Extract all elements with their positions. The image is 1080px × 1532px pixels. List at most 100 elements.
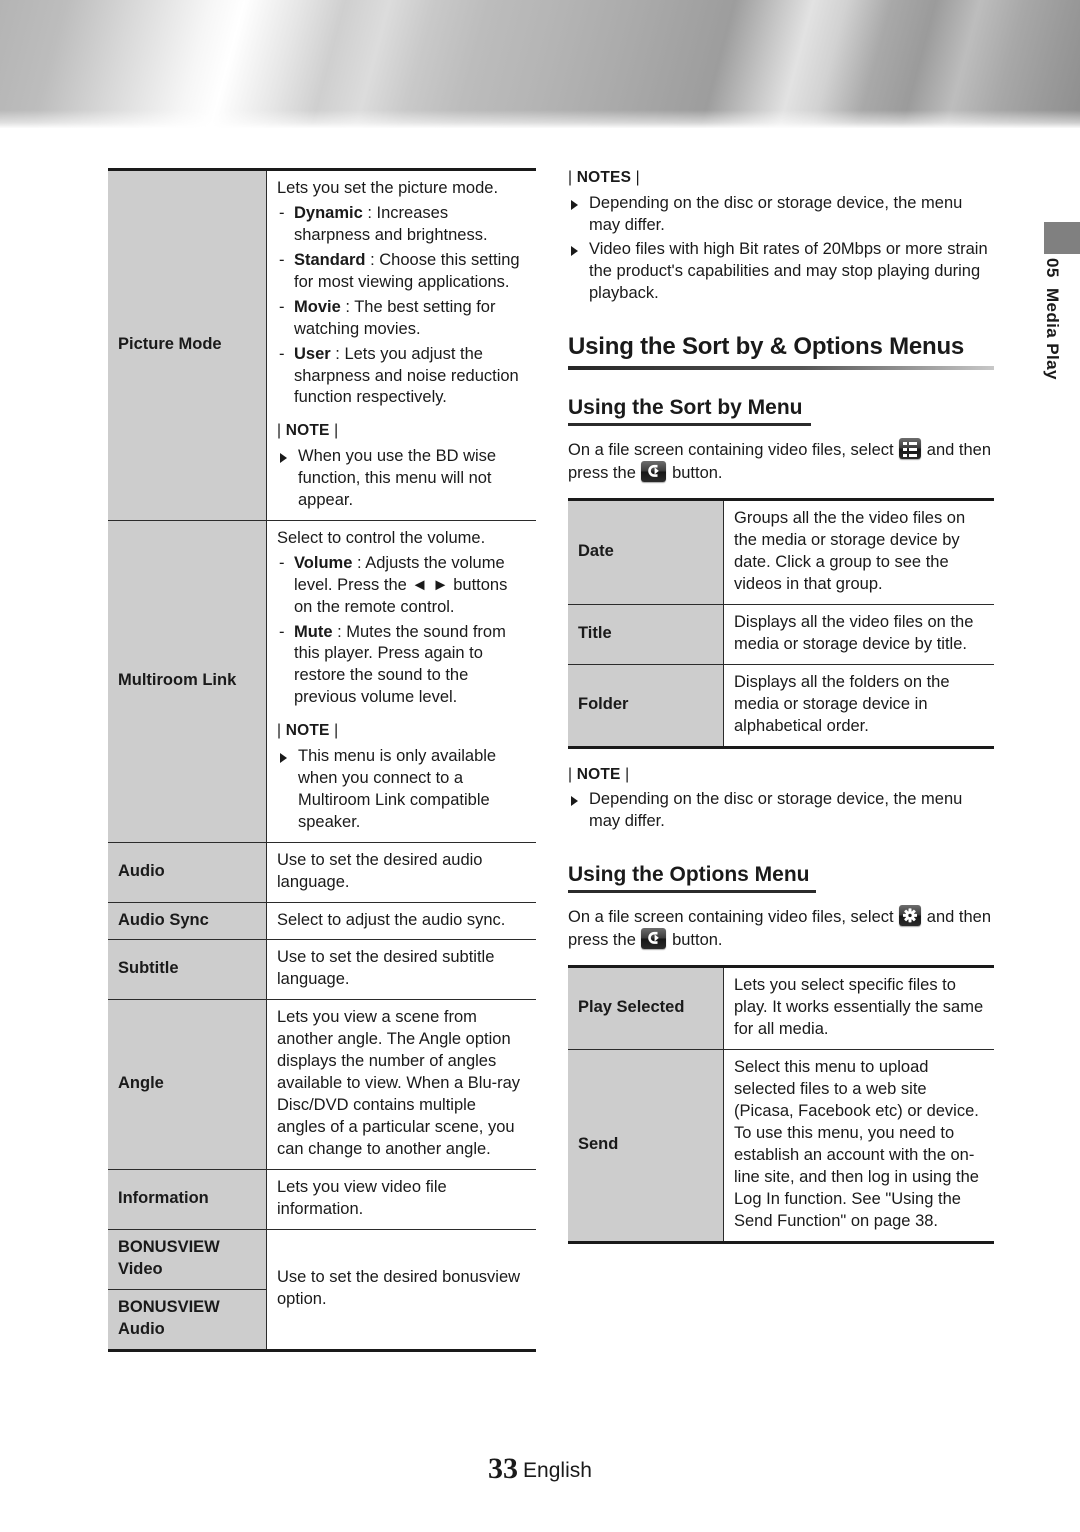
list-item: Standard : Choose this setting for most … bbox=[277, 250, 528, 294]
notes-top-block: | NOTES | Depending on the disc or stora… bbox=[568, 168, 994, 305]
row-key-bonusview-video: BONUSVIEW Video bbox=[108, 1229, 267, 1290]
bonusview-video-line2: Video bbox=[118, 1259, 163, 1278]
table-row: Play Selected Lets you select specific f… bbox=[568, 966, 994, 1051]
banner-fade bbox=[0, 110, 1080, 128]
list-item: When you use the BD wise function, this … bbox=[277, 446, 528, 512]
table-row: Send Select this menu to upload selected… bbox=[568, 1049, 994, 1243]
note-heading: | NOTE | bbox=[277, 422, 339, 440]
video-options-table: Picture Mode Lets you set the picture mo… bbox=[108, 168, 536, 1352]
options-menu-table: Play Selected Lets you select specific f… bbox=[568, 965, 994, 1244]
chapter-tab-marker bbox=[1044, 222, 1080, 254]
row-value-send: Select this menu to upload selected file… bbox=[723, 1049, 994, 1243]
table-row: Audio Sync Select to adjust the audio sy… bbox=[108, 902, 536, 941]
option-term: User bbox=[294, 344, 331, 363]
row-value-subtitle: Use to set the desired subtitle language… bbox=[266, 939, 536, 1001]
note-heading-text: NOTES bbox=[576, 169, 632, 186]
row-value-title: Displays all the video files on the medi… bbox=[723, 604, 994, 665]
multiroom-notes: This menu is only available when you con… bbox=[277, 746, 528, 834]
enter-button-icon bbox=[641, 461, 667, 483]
page-number: 33 bbox=[488, 1452, 519, 1485]
gear-icon bbox=[899, 904, 922, 926]
row-value-audio: Use to set the desired audio language. bbox=[266, 842, 536, 903]
subsection-rule bbox=[568, 890, 816, 893]
table-row: Title Displays all the video files on th… bbox=[568, 604, 994, 665]
note-heading: | NOTES | bbox=[568, 169, 640, 186]
table-row: Picture Mode Lets you set the picture mo… bbox=[108, 169, 536, 521]
picture-mode-options: Dynamic : Increases sharpness and bright… bbox=[277, 203, 528, 409]
row-key-picture-mode: Picture Mode bbox=[108, 169, 267, 521]
chapter-side-label: 05 Media Play bbox=[1032, 258, 1072, 518]
section-title-rule bbox=[568, 366, 994, 371]
option-term: Movie bbox=[294, 297, 341, 316]
row-key-bonusview-audio: BONUSVIEW Audio bbox=[108, 1289, 267, 1351]
sort-by-table: Date Groups all the the video files on t… bbox=[568, 498, 994, 749]
enter-button-icon bbox=[641, 928, 667, 950]
row-value-bonusview: Use to set the desired bonusview option. bbox=[266, 1229, 536, 1351]
right-column: | NOTES | Depending on the disc or stora… bbox=[568, 168, 994, 1244]
options-intro: On a file screen containing video files,… bbox=[568, 904, 994, 952]
list-item: Mute : Mutes the sound from this player.… bbox=[277, 622, 528, 710]
bonusview-audio-line2: Audio bbox=[118, 1319, 165, 1338]
chapter-number: 05 bbox=[1043, 258, 1062, 278]
page-footer: 33 English bbox=[0, 1452, 1080, 1486]
bonusview-audio-line1: BONUSVIEW bbox=[118, 1297, 220, 1316]
list-item: Movie : The best setting for watching mo… bbox=[277, 297, 528, 341]
list-icon bbox=[899, 437, 922, 459]
row-value-audio-sync: Select to adjust the audio sync. bbox=[266, 902, 536, 941]
subsection-rule bbox=[568, 423, 811, 426]
row-key-angle: Angle bbox=[108, 999, 267, 1170]
list-item: Volume : Adjusts the volume level. Press… bbox=[277, 553, 528, 619]
table-row: Angle Lets you view a scene from another… bbox=[108, 999, 536, 1170]
row-key-send: Send bbox=[568, 1049, 724, 1243]
subsection-title-sort-by: Using the Sort by Menu bbox=[568, 396, 803, 420]
sort-by-intro: On a file screen containing video files,… bbox=[568, 437, 994, 485]
table-row: BONUSVIEW Video Use to set the desired b… bbox=[108, 1229, 536, 1351]
table-row: Audio Use to set the desired audio langu… bbox=[108, 842, 536, 903]
sort-by-intro-a: On a file screen containing video files,… bbox=[568, 440, 894, 459]
table-row: Information Lets you view video file inf… bbox=[108, 1169, 536, 1230]
note-heading-text: NOTE bbox=[285, 722, 330, 740]
page-language: English bbox=[523, 1459, 592, 1482]
notes-mid-block: | NOTE | Depending on the disc or storag… bbox=[568, 765, 994, 833]
table-row: Folder Displays all the folders on the m… bbox=[568, 664, 994, 748]
table-row: Date Groups all the the video files on t… bbox=[568, 499, 994, 606]
row-value-angle: Lets you view a scene from another angle… bbox=[266, 999, 536, 1170]
list-item: Dynamic : Increases sharpness and bright… bbox=[277, 203, 528, 247]
bonusview-video-line1: BONUSVIEW bbox=[118, 1237, 220, 1256]
row-value-multiroom-link: Select to control the volume. Volume : A… bbox=[266, 520, 536, 843]
note-heading: | NOTE | bbox=[277, 722, 339, 740]
option-term: Mute bbox=[294, 622, 333, 641]
note-heading-text: NOTE bbox=[285, 422, 330, 440]
row-value-information: Lets you view video file information. bbox=[266, 1169, 536, 1230]
note-heading: | NOTE | bbox=[568, 765, 630, 783]
chapter-title: Media Play bbox=[1043, 287, 1062, 380]
note-heading-text: NOTE bbox=[576, 765, 621, 783]
row-key-multiroom-link: Multiroom Link bbox=[108, 520, 267, 843]
option-term: Volume bbox=[294, 553, 353, 572]
option-term: Dynamic bbox=[294, 203, 363, 222]
list-item: This menu is only available when you con… bbox=[277, 746, 528, 834]
picture-mode-notes: When you use the BD wise function, this … bbox=[277, 446, 528, 512]
multiroom-lead: Select to control the volume. bbox=[277, 528, 486, 547]
row-value-play-selected: Lets you select specific files to play. … bbox=[723, 966, 994, 1051]
row-key-title: Title bbox=[568, 604, 724, 665]
list-item: User : Lets you adjust the sharpness and… bbox=[277, 344, 528, 410]
row-key-audio-sync: Audio Sync bbox=[108, 902, 267, 941]
options-intro-a: On a file screen containing video files,… bbox=[568, 907, 894, 926]
table-row: Subtitle Use to set the desired subtitle… bbox=[108, 939, 536, 1001]
notes-top-list: Depending on the disc or storage device,… bbox=[568, 193, 994, 306]
list-item: Depending on the disc or storage device,… bbox=[568, 193, 994, 237]
option-term: Standard bbox=[294, 250, 366, 269]
multiroom-options: Volume : Adjusts the volume level. Press… bbox=[277, 553, 528, 710]
row-key-information: Information bbox=[108, 1169, 267, 1230]
row-key-date: Date bbox=[568, 499, 724, 606]
left-column: Picture Mode Lets you set the picture mo… bbox=[108, 168, 536, 1352]
section-title: Using the Sort by & Options Menus bbox=[568, 333, 965, 361]
row-value-date: Groups all the the video files on the me… bbox=[723, 499, 994, 606]
row-value-picture-mode: Lets you set the picture mode. Dynamic :… bbox=[266, 169, 536, 521]
row-value-folder: Displays all the folders on the media or… bbox=[723, 664, 994, 748]
sort-by-intro-c: button. bbox=[672, 464, 723, 483]
picture-mode-lead: Lets you set the picture mode. bbox=[277, 179, 499, 197]
row-key-folder: Folder bbox=[568, 664, 724, 748]
options-intro-c: button. bbox=[672, 931, 723, 950]
